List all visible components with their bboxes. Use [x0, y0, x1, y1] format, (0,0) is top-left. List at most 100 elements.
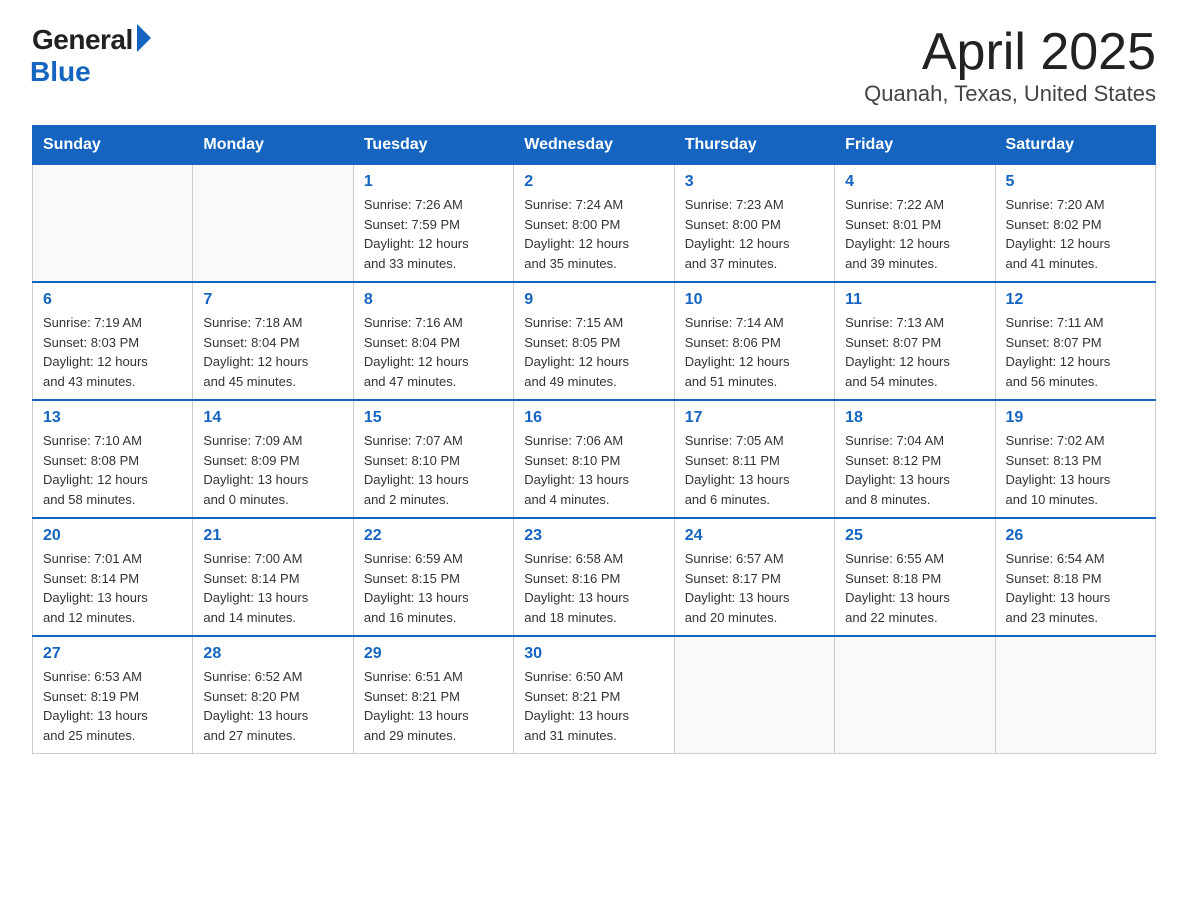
day-number: 3: [685, 173, 824, 191]
day-number: 25: [845, 527, 984, 545]
day-info: Sunrise: 6:55 AM Sunset: 8:18 PM Dayligh…: [845, 549, 984, 627]
calendar-cell: 3 Sunrise: 7:23 AM Sunset: 8:00 PM Daylig…: [674, 165, 834, 283]
calendar-week-row: 27Sunrise: 6:53 AM Sunset: 8:19 PM Dayli…: [33, 636, 1156, 754]
calendar-cell: 17 Sunrise: 7:05 AM Sunset: 8:11 PM Dayli…: [674, 400, 834, 518]
day-number: 29: [364, 645, 503, 663]
day-info: Sunrise: 7:18 AM Sunset: 8:04 PM Dayligh…: [203, 313, 342, 391]
day-number: 15: [364, 409, 503, 427]
day-number: 28: [203, 645, 342, 663]
day-number: 22: [364, 527, 503, 545]
calendar-cell: 29 Sunrise: 6:51 AM Sunset: 8:21 PM Dayli…: [353, 636, 513, 754]
day-info: Sunrise: 7:23 AM Sunset: 8:00 PM Dayligh…: [685, 195, 824, 273]
calendar-cell: [674, 636, 834, 754]
day-info: Sunrise: 6:57 AM Sunset: 8:17 PM Dayligh…: [685, 549, 824, 627]
calendar-cell: 19Sunrise: 7:02 AM Sunset: 8:13 PM Dayli…: [995, 400, 1155, 518]
calendar-header-saturday: Saturday: [995, 126, 1155, 165]
calendar-cell: 6Sunrise: 7:19 AM Sunset: 8:03 PM Daylig…: [33, 282, 193, 400]
day-number: 16: [524, 409, 663, 427]
calendar-cell: 28 Sunrise: 6:52 AM Sunset: 8:20 PM Dayli…: [193, 636, 353, 754]
calendar-table: SundayMondayTuesdayWednesdayThursdayFrid…: [32, 125, 1156, 754]
calendar-cell: 5 Sunrise: 7:20 AM Sunset: 8:02 PM Daylig…: [995, 165, 1155, 283]
calendar-cell: 16 Sunrise: 7:06 AM Sunset: 8:10 PM Dayli…: [514, 400, 674, 518]
calendar-header-row: SundayMondayTuesdayWednesdayThursdayFrid…: [33, 126, 1156, 165]
day-info: Sunrise: 7:20 AM Sunset: 8:02 PM Dayligh…: [1006, 195, 1145, 273]
calendar-cell: [33, 165, 193, 283]
logo-blue-text: Blue: [30, 56, 91, 88]
calendar-cell: 26 Sunrise: 6:54 AM Sunset: 8:18 PM Dayli…: [995, 518, 1155, 636]
day-info: Sunrise: 7:06 AM Sunset: 8:10 PM Dayligh…: [524, 431, 663, 509]
day-info: Sunrise: 7:01 AM Sunset: 8:14 PM Dayligh…: [43, 549, 182, 627]
calendar-header-wednesday: Wednesday: [514, 126, 674, 165]
calendar-cell: 23 Sunrise: 6:58 AM Sunset: 8:16 PM Dayli…: [514, 518, 674, 636]
day-info: Sunrise: 7:14 AM Sunset: 8:06 PM Dayligh…: [685, 313, 824, 391]
day-info: Sunrise: 7:22 AM Sunset: 8:01 PM Dayligh…: [845, 195, 984, 273]
calendar-cell: 12 Sunrise: 7:11 AM Sunset: 8:07 PM Dayli…: [995, 282, 1155, 400]
calendar-cell: 9 Sunrise: 7:15 AM Sunset: 8:05 PM Daylig…: [514, 282, 674, 400]
calendar-cell: 18Sunrise: 7:04 AM Sunset: 8:12 PM Dayli…: [835, 400, 995, 518]
day-info: Sunrise: 7:24 AM Sunset: 8:00 PM Dayligh…: [524, 195, 663, 273]
day-info: Sunrise: 7:13 AM Sunset: 8:07 PM Dayligh…: [845, 313, 984, 391]
calendar-cell: [995, 636, 1155, 754]
day-number: 24: [685, 527, 824, 545]
day-info: Sunrise: 6:59 AM Sunset: 8:15 PM Dayligh…: [364, 549, 503, 627]
day-info: Sunrise: 7:05 AM Sunset: 8:11 PM Dayligh…: [685, 431, 824, 509]
day-number: 17: [685, 409, 824, 427]
day-number: 9: [524, 291, 663, 309]
day-number: 11: [845, 291, 984, 309]
day-info: Sunrise: 7:09 AM Sunset: 8:09 PM Dayligh…: [203, 431, 342, 509]
logo-general-text: General: [32, 24, 133, 56]
calendar-header-sunday: Sunday: [33, 126, 193, 165]
day-number: 2: [524, 173, 663, 191]
day-number: 7: [203, 291, 342, 309]
day-info: Sunrise: 7:11 AM Sunset: 8:07 PM Dayligh…: [1006, 313, 1145, 391]
calendar-header-monday: Monday: [193, 126, 353, 165]
day-info: Sunrise: 7:07 AM Sunset: 8:10 PM Dayligh…: [364, 431, 503, 509]
day-number: 14: [203, 409, 342, 427]
day-number: 23: [524, 527, 663, 545]
calendar-cell: [835, 636, 995, 754]
day-info: Sunrise: 7:04 AM Sunset: 8:12 PM Dayligh…: [845, 431, 984, 509]
calendar-cell: 30Sunrise: 6:50 AM Sunset: 8:21 PM Dayli…: [514, 636, 674, 754]
day-number: 4: [845, 173, 984, 191]
page-title: April 2025: [864, 24, 1156, 81]
calendar-cell: 13 Sunrise: 7:10 AM Sunset: 8:08 PM Dayli…: [33, 400, 193, 518]
day-info: Sunrise: 6:53 AM Sunset: 8:19 PM Dayligh…: [43, 667, 182, 745]
calendar-cell: 10Sunrise: 7:14 AM Sunset: 8:06 PM Dayli…: [674, 282, 834, 400]
day-number: 21: [203, 527, 342, 545]
calendar-cell: 27Sunrise: 6:53 AM Sunset: 8:19 PM Dayli…: [33, 636, 193, 754]
calendar-cell: 22 Sunrise: 6:59 AM Sunset: 8:15 PM Dayli…: [353, 518, 513, 636]
day-number: 26: [1006, 527, 1145, 545]
calendar-cell: 7 Sunrise: 7:18 AM Sunset: 8:04 PM Daylig…: [193, 282, 353, 400]
day-info: Sunrise: 6:51 AM Sunset: 8:21 PM Dayligh…: [364, 667, 503, 745]
logo: General Blue: [32, 24, 151, 88]
page-subtitle: Quanah, Texas, United States: [864, 81, 1156, 107]
calendar-cell: 15 Sunrise: 7:07 AM Sunset: 8:10 PM Dayli…: [353, 400, 513, 518]
day-info: Sunrise: 7:00 AM Sunset: 8:14 PM Dayligh…: [203, 549, 342, 627]
calendar-cell: 1 Sunrise: 7:26 AM Sunset: 7:59 PM Daylig…: [353, 165, 513, 283]
day-info: Sunrise: 7:10 AM Sunset: 8:08 PM Dayligh…: [43, 431, 182, 509]
calendar-week-row: 20 Sunrise: 7:01 AM Sunset: 8:14 PM Dayli…: [33, 518, 1156, 636]
day-info: Sunrise: 7:19 AM Sunset: 8:03 PM Dayligh…: [43, 313, 182, 391]
calendar-header-friday: Friday: [835, 126, 995, 165]
day-info: Sunrise: 6:54 AM Sunset: 8:18 PM Dayligh…: [1006, 549, 1145, 627]
day-number: 20: [43, 527, 182, 545]
day-info: Sunrise: 7:02 AM Sunset: 8:13 PM Dayligh…: [1006, 431, 1145, 509]
calendar-cell: 14 Sunrise: 7:09 AM Sunset: 8:09 PM Dayli…: [193, 400, 353, 518]
day-info: Sunrise: 7:26 AM Sunset: 7:59 PM Dayligh…: [364, 195, 503, 273]
day-info: Sunrise: 6:50 AM Sunset: 8:21 PM Dayligh…: [524, 667, 663, 745]
calendar-cell: [193, 165, 353, 283]
day-info: Sunrise: 6:52 AM Sunset: 8:20 PM Dayligh…: [203, 667, 342, 745]
day-number: 1: [364, 173, 503, 191]
day-info: Sunrise: 6:58 AM Sunset: 8:16 PM Dayligh…: [524, 549, 663, 627]
day-info: Sunrise: 7:15 AM Sunset: 8:05 PM Dayligh…: [524, 313, 663, 391]
day-number: 12: [1006, 291, 1145, 309]
calendar-cell: 21 Sunrise: 7:00 AM Sunset: 8:14 PM Dayli…: [193, 518, 353, 636]
calendar-cell: 2 Sunrise: 7:24 AM Sunset: 8:00 PM Daylig…: [514, 165, 674, 283]
calendar-week-row: 13 Sunrise: 7:10 AM Sunset: 8:08 PM Dayli…: [33, 400, 1156, 518]
calendar-cell: 4 Sunrise: 7:22 AM Sunset: 8:01 PM Daylig…: [835, 165, 995, 283]
day-number: 13: [43, 409, 182, 427]
day-info: Sunrise: 7:16 AM Sunset: 8:04 PM Dayligh…: [364, 313, 503, 391]
day-number: 5: [1006, 173, 1145, 191]
calendar-cell: 11 Sunrise: 7:13 AM Sunset: 8:07 PM Dayli…: [835, 282, 995, 400]
calendar-week-row: 6Sunrise: 7:19 AM Sunset: 8:03 PM Daylig…: [33, 282, 1156, 400]
